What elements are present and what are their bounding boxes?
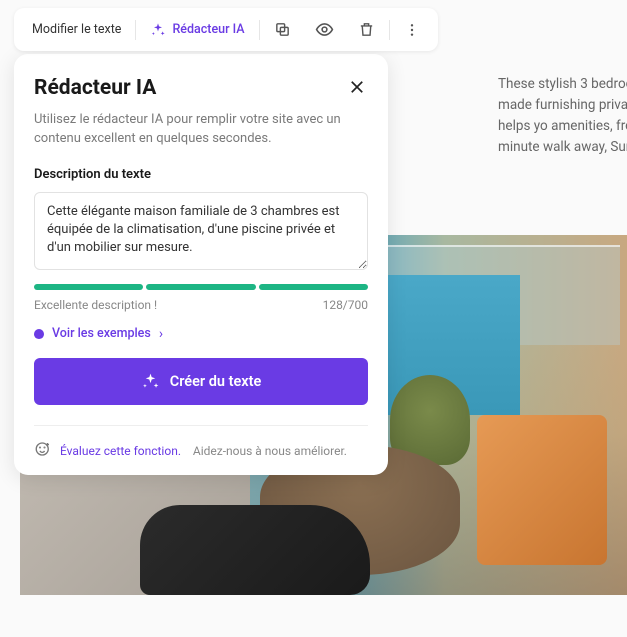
divider [389,20,390,40]
modify-text-button[interactable]: Modifier le texte [22,16,131,43]
see-examples-link[interactable]: Voir les exemples › [34,326,368,342]
preview-button[interactable] [305,14,344,45]
background-paragraph: These stylish 3 bedroom custom-made furn… [498,74,627,158]
close-button[interactable] [346,76,368,103]
char-count: 128/700 [323,298,368,312]
ai-writer-label: Rédacteur IA [172,22,244,37]
examples-label: Voir les exemples [52,326,151,341]
panel-subtitle: Utilisez le rédacteur IA pour remplir vo… [34,111,368,149]
smiley-plus-icon [34,440,52,458]
panel-title: Rédacteur IA [34,76,156,100]
trash-icon [358,21,375,38]
divider [135,20,136,40]
ai-writer-panel: Rédacteur IA Utilisez le rédacteur IA po… [14,54,388,475]
delete-button[interactable] [348,15,385,44]
copy-icon [274,21,291,38]
divider [259,20,260,40]
chevron-right-icon: › [159,326,163,342]
create-text-button[interactable]: Créer du texte [34,358,368,405]
eye-icon [315,20,334,39]
copy-button[interactable] [264,15,301,44]
quality-meter [34,284,368,290]
panel-footer: Évaluez cette fonction. Aidez-nous à nou… [34,425,368,459]
description-textarea[interactable] [34,192,368,270]
quality-label: Excellente description ! [34,298,157,312]
create-button-label: Créer du texte [170,373,262,390]
evaluate-trailing: Aidez-nous à nous améliorer. [193,444,347,458]
text-toolbar: Modifier le texte Rédacteur IA [14,8,438,51]
sparkles-icon [141,372,160,391]
sparkles-icon [150,22,166,38]
ai-writer-button[interactable]: Rédacteur IA [140,16,254,44]
more-button[interactable] [394,16,430,44]
lightbulb-icon [34,329,44,339]
description-label: Description du texte [34,167,368,182]
evaluate-link[interactable]: Évaluez cette fonction. [60,444,181,458]
dots-vertical-icon [404,22,420,38]
close-icon [348,78,366,96]
